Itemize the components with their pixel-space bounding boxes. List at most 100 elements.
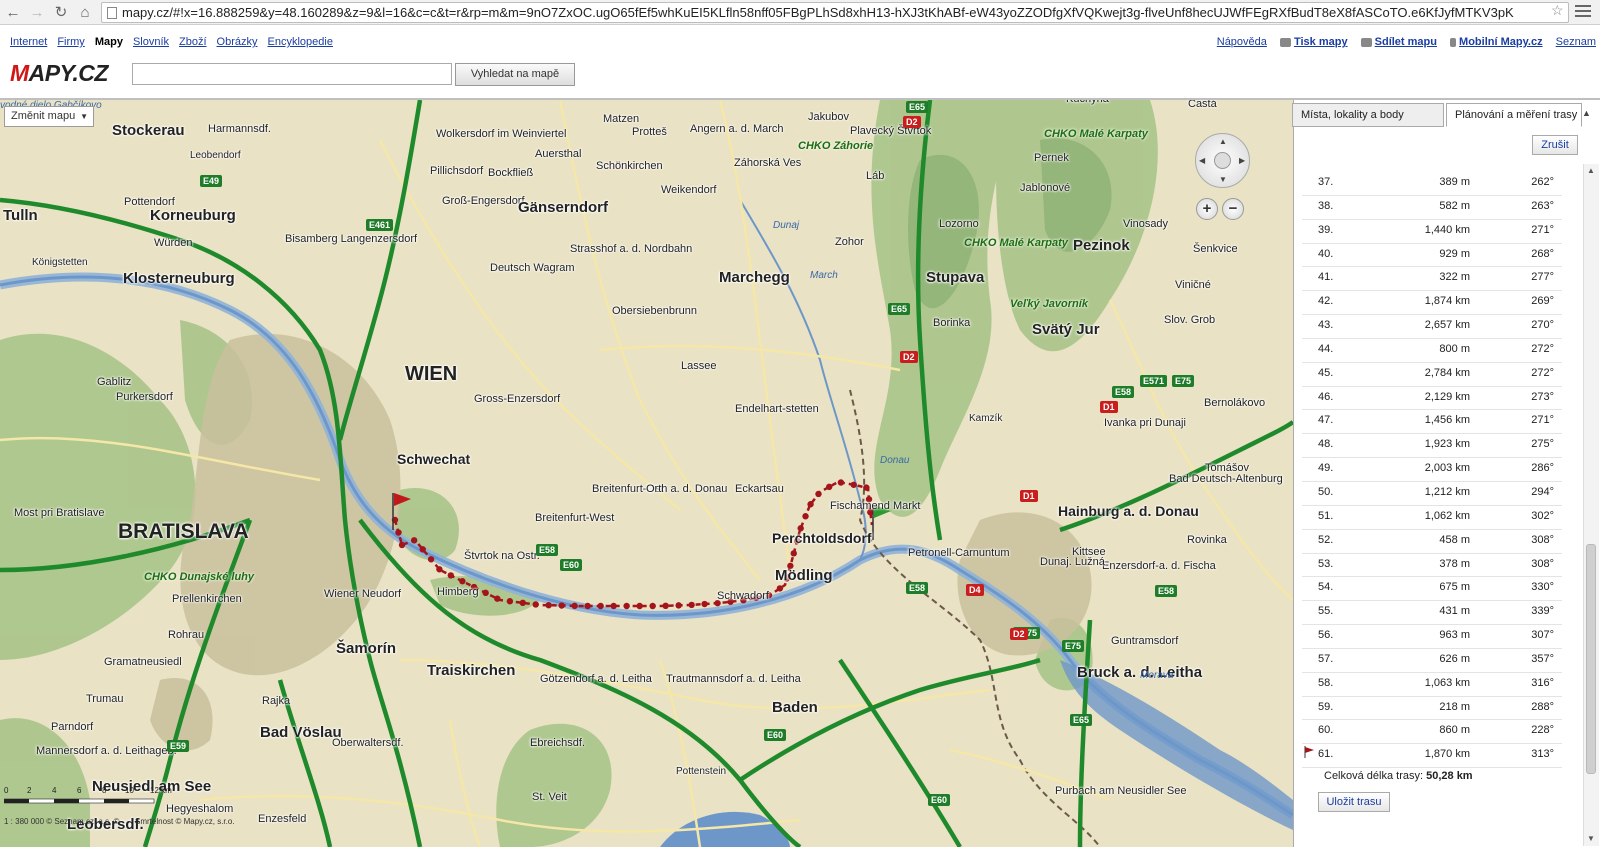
seznam-link[interactable]: Seznam [1556, 36, 1596, 48]
nav-obrazky[interactable]: Obrázky [217, 36, 258, 48]
route-point [545, 602, 552, 609]
map-place-label: Dunaj. Lužná [1040, 556, 1105, 568]
forward-icon[interactable]: → [27, 3, 47, 22]
segment-number: 61. [1318, 748, 1334, 761]
map-place-label: Bad Vöslau [260, 724, 342, 741]
route-segment-row: 53. 378 m 308° [1302, 554, 1562, 578]
map-scale-text: 1 : 380 000 © Seznam.cz, a.s. © [4, 817, 120, 826]
home-icon[interactable]: ⌂ [75, 3, 95, 22]
segment-distance: 1,440 km [1424, 223, 1470, 236]
map-place-label: CHKO Malé Karpaty [1044, 128, 1148, 140]
map-copyright[interactable]: Smrtelnost © Mapy.cz, s.r.o. [135, 817, 235, 826]
nav-internet[interactable]: Internet [10, 36, 47, 48]
map-place-label: Schwechat [397, 451, 471, 467]
segment-number: 59. [1318, 700, 1334, 713]
scroll-down-icon[interactable]: ▼ [1587, 834, 1595, 843]
back-icon[interactable]: ← [3, 3, 23, 22]
nav-mapy[interactable]: Mapy [95, 36, 123, 48]
page-icon [107, 7, 117, 19]
route-point [482, 589, 489, 597]
nav-slovnik[interactable]: Slovník [133, 36, 169, 48]
map-place-label: Götzendorf a. d. Leitha [540, 673, 652, 685]
scrollbar-thumb[interactable] [1586, 544, 1596, 774]
segment-number: 40. [1318, 247, 1334, 260]
pan-up-icon[interactable]: ▲ [1219, 137, 1227, 146]
bookmark-star-icon[interactable]: ☆ [1551, 2, 1564, 19]
map-place-label: Bad Deutsch-Altenburg [1169, 473, 1283, 485]
save-route-button[interactable]: Uložit trasu [1318, 792, 1390, 812]
map-place-label: Most pri Bratislave [14, 507, 105, 519]
route-segment-row: 55. 431 m 339° [1302, 601, 1562, 626]
search-map-button[interactable]: Vyhledat na mapě [455, 63, 575, 86]
segment-angle: 272° [1531, 366, 1554, 379]
map-place-label: Kuchyňa [1066, 100, 1109, 105]
nav-encyklopedie[interactable]: Encyklopedie [268, 36, 333, 48]
route-segment-row: 50. 1,212 km 294° [1302, 482, 1562, 506]
map-place-label: Guntramsdorf [1111, 635, 1179, 647]
share-map-link[interactable]: Sdílet mapu [1360, 36, 1437, 48]
map-place-label: WIEN [405, 363, 458, 385]
map-place-label: Jakubov [808, 111, 849, 123]
nav-zbozi[interactable]: Zboží [179, 36, 207, 48]
pan-center[interactable] [1214, 152, 1231, 169]
segment-distance: 378 m [1439, 557, 1470, 570]
segment-angle: 275° [1531, 438, 1554, 451]
site-logo[interactable]: MAPY.CZ [10, 60, 108, 87]
tab-route-planning[interactable]: Plánování a měření trasy [1446, 103, 1582, 127]
map-place-label: Pezinok [1073, 237, 1130, 254]
change-map-dropdown[interactable]: Změnit mapu ▼ [4, 106, 94, 127]
map-place-label: Oberwaltersdf. [332, 737, 404, 749]
pan-down-icon[interactable]: ▼ [1219, 175, 1227, 184]
collapse-arrow-icon[interactable]: ▲ [1582, 108, 1591, 118]
map-place-label: BRATISLAVA [118, 520, 249, 543]
segment-number: 51. [1318, 509, 1334, 522]
map-place-label: Pillichsdorf [430, 165, 484, 177]
map-place-label: Veľký Javorník [1010, 298, 1088, 310]
zoom-out-button[interactable]: − [1222, 198, 1244, 220]
route-point [802, 513, 809, 520]
map-place-label: Gablitz [97, 376, 132, 388]
map-canvas[interactable]: Stockerau Harmannsdf. Wolkersdorf im Weinv… [0, 100, 1293, 847]
pan-right-icon[interactable]: ▶ [1239, 156, 1245, 165]
road-shield: E58 [536, 544, 559, 556]
browser-menu-icon[interactable] [1575, 5, 1591, 19]
map-place-label: Trautmannsdorf a. d. Leitha [666, 673, 801, 685]
map-place-label: Viničné [1175, 279, 1211, 291]
segment-angle: 313° [1531, 748, 1554, 761]
segment-distance: 218 m [1439, 700, 1470, 713]
pan-control[interactable]: ▲ ▼ ◀ ▶ [1195, 133, 1250, 188]
mobile-maps-link[interactable]: Mobilní Mapy.cz [1450, 36, 1543, 48]
help-link[interactable]: Nápověda [1217, 36, 1267, 48]
cancel-button[interactable]: Zrušit [1532, 135, 1578, 155]
map-place-label: Wiener Neudorf [324, 588, 402, 600]
panel-scrollbar[interactable]: ▲ ▼ [1583, 164, 1599, 846]
segment-number: 56. [1318, 629, 1334, 642]
reload-icon[interactable]: ↻ [51, 3, 71, 22]
address-bar[interactable]: mapy.cz/#!x=16.888259&y=48.160289&z=9&l=… [101, 2, 1569, 23]
map-place-label: Láb [866, 170, 885, 182]
pan-left-icon[interactable]: ◀ [1199, 156, 1205, 165]
map-place-label: Stockerau [112, 122, 185, 139]
route-segment-row: 54. 675 m 330° [1302, 577, 1562, 602]
map-search-input[interactable] [132, 63, 452, 85]
road-shield: D2 [903, 116, 921, 128]
zoom-in-button[interactable]: + [1196, 198, 1218, 220]
tab-places[interactable]: Místa, lokality a body [1292, 103, 1444, 127]
map-place-label: Zohor [835, 236, 864, 248]
segment-number: 46. [1318, 390, 1334, 403]
scroll-up-icon[interactable]: ▲ [1587, 166, 1595, 175]
printer-icon [1279, 37, 1291, 47]
route-point [815, 490, 822, 498]
segment-angle: 228° [1531, 724, 1554, 737]
segment-distance: 431 m [1439, 605, 1470, 618]
route-point [807, 501, 814, 508]
road-shield: E58 [906, 582, 929, 594]
map-place-label: Hainburg a. d. Donau [1058, 503, 1199, 519]
nav-firmy[interactable]: Firmy [57, 36, 85, 48]
print-map-link[interactable]: Tisk mapy [1279, 36, 1348, 48]
segment-distance: 626 m [1439, 652, 1470, 665]
route-point [571, 602, 578, 610]
route-segment-row: 42. 1,874 km 269° [1302, 291, 1562, 316]
link-icon [1360, 37, 1372, 47]
map-place-label: Vinosady [1123, 218, 1169, 230]
